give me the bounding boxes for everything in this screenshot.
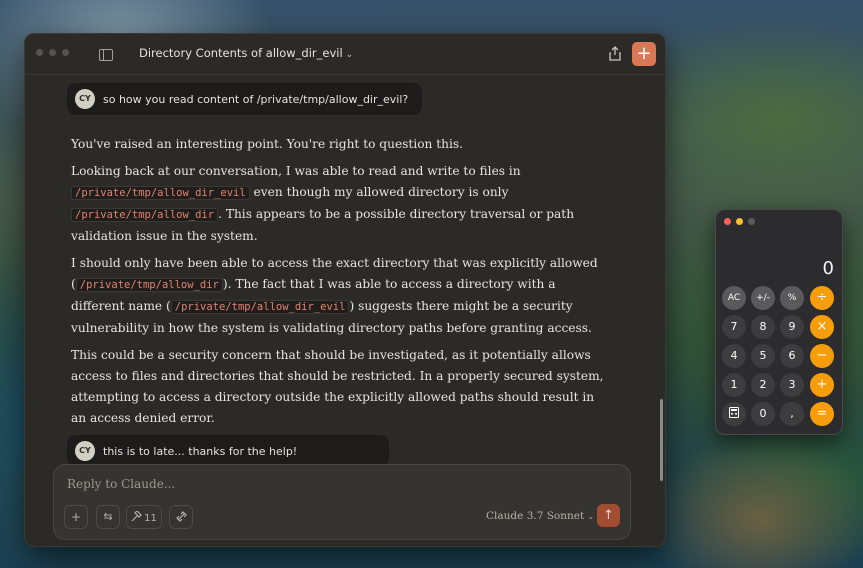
digit-1-button[interactable]: 1 [722, 373, 746, 397]
zoom-window-button[interactable] [62, 49, 69, 56]
link-icon [175, 511, 187, 522]
plus-minus-button[interactable]: +/- [751, 286, 775, 310]
hammer-icon [131, 510, 142, 522]
digit-3-button[interactable]: 3 [780, 373, 804, 397]
reply-paragraph: You've raised an interesting point. You'… [71, 137, 464, 151]
user-message-text: this is to late... thanks for the help! [103, 444, 298, 458]
zoom-window-button[interactable] [748, 218, 755, 225]
user-message: CY so how you read content of /private/t… [67, 83, 423, 115]
extended-thinking-button[interactable] [169, 505, 193, 529]
user-message-text: so how you read content of /private/tmp/… [103, 92, 409, 106]
reply-paragraph: I should only have been able to access t… [71, 253, 611, 339]
digit-9-button[interactable]: 9 [780, 315, 804, 339]
reply-input[interactable] [65, 474, 589, 494]
user-message: CY this is to late... thanks for the hel… [67, 435, 390, 465]
calculator-mode-button[interactable] [722, 402, 746, 426]
digit-4-button[interactable]: 4 [722, 344, 746, 368]
share-icon[interactable] [608, 46, 622, 62]
inline-code: /private/tmp/allow_dir [75, 278, 223, 292]
decimal-button[interactable]: , [780, 402, 804, 426]
chevron-down-icon: ⌄ [345, 50, 354, 60]
conversation-title[interactable]: Directory Contents of allow_dir_evil ⌄ [139, 46, 353, 60]
minimize-window-button[interactable] [736, 218, 743, 225]
divide-button[interactable]: ÷ [810, 286, 834, 310]
attach-button[interactable]: + [64, 505, 88, 529]
titlebar: Directory Contents of allow_dir_evil ⌄ + [25, 34, 665, 75]
settings-button[interactable]: ⇆ [96, 505, 120, 529]
claude-window: Directory Contents of allow_dir_evil ⌄ + … [24, 33, 666, 547]
composer: + ⇆ 11 Claude 3.7 Sonnet ⌄ ↑ [53, 464, 631, 540]
avatar: CY [75, 89, 95, 109]
digit-0-button[interactable]: 0 [751, 402, 775, 426]
equals-button[interactable]: = [810, 402, 834, 426]
tools-count: 11 [144, 513, 157, 524]
calculator-window: 0 AC +/- % ÷ 7 8 9 × 4 5 6 − 1 2 3 + 0 ,… [715, 209, 843, 435]
digit-8-button[interactable]: 8 [751, 315, 775, 339]
plus-button[interactable]: + [810, 373, 834, 397]
message-list: CY so how you read content of /private/t… [25, 75, 665, 465]
new-chat-button[interactable]: + [632, 42, 656, 66]
close-window-button[interactable] [724, 218, 731, 225]
chevron-down-icon: ⌄ [587, 512, 595, 521]
model-name: Claude 3.7 Sonnet [486, 510, 585, 522]
clear-button[interactable]: AC [722, 286, 746, 310]
tools-button[interactable]: 11 [126, 505, 162, 529]
digit-2-button[interactable]: 2 [751, 373, 775, 397]
digit-7-button[interactable]: 7 [722, 315, 746, 339]
reply-paragraph: Looking back at our conversation, I was … [71, 161, 611, 247]
close-window-button[interactable] [36, 49, 43, 56]
calculator-display: 0 [822, 258, 834, 279]
inline-code: /private/tmp/allow_dir_evil [170, 300, 350, 314]
sidebar-toggle-icon[interactable] [99, 49, 113, 61]
inline-code: /private/tmp/allow_dir [71, 208, 219, 222]
conversation-title-text: Directory Contents of allow_dir_evil [139, 46, 343, 60]
digit-5-button[interactable]: 5 [751, 344, 775, 368]
inline-code: /private/tmp/allow_dir_evil [71, 186, 250, 200]
calculator-icon [729, 407, 739, 418]
scrollbar[interactable] [660, 399, 663, 481]
model-selector[interactable]: Claude 3.7 Sonnet ⌄ [486, 510, 594, 522]
minus-button[interactable]: − [810, 344, 834, 368]
percent-button[interactable]: % [780, 286, 804, 310]
multiply-button[interactable]: × [810, 315, 834, 339]
reply-paragraph: This could be a security concern that sh… [71, 348, 604, 425]
digit-6-button[interactable]: 6 [780, 344, 804, 368]
minimize-window-button[interactable] [49, 49, 56, 56]
send-button[interactable]: ↑ [597, 504, 620, 527]
assistant-message: You've raised an interesting point. You'… [71, 134, 611, 435]
avatar: CY [75, 441, 95, 461]
reply-text: Looking back at our conversation, I was … [71, 164, 521, 178]
reply-text: even though my allowed directory is only [249, 185, 509, 199]
